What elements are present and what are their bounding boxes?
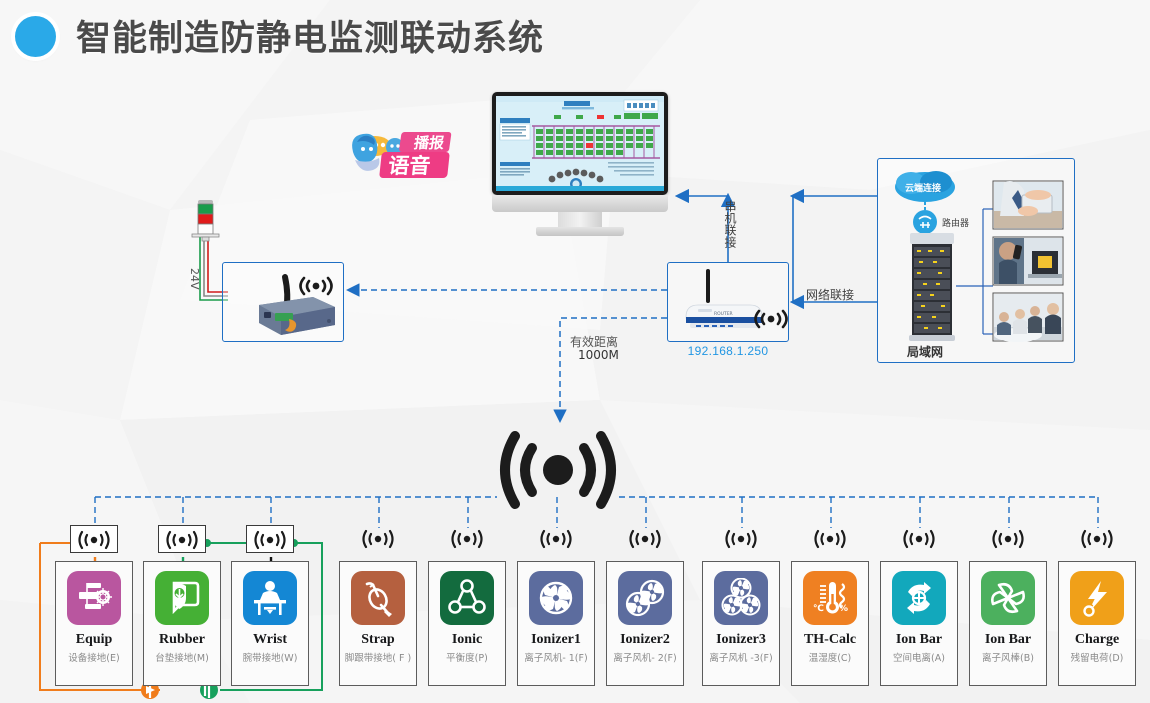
ionizer-fan-1-icon <box>529 571 583 625</box>
svg-text:播报: 播报 <box>413 134 446 152</box>
network-link-label: 网络联接 <box>806 288 855 302</box>
device-name: Ion Bar <box>895 632 943 647</box>
device-subtitle: 腕带接地(W) <box>242 653 298 664</box>
ion-bar-icon <box>981 571 1035 625</box>
device-name: Ion Bar <box>984 632 1032 647</box>
router-ip-address: 192.168.1.250 <box>687 344 769 358</box>
device-row: Equip 设备接地(E) Rubber 台垫接地(M) Wrist 腕带接地(W) Str… <box>0 525 1150 703</box>
temp-humidity-icon <box>803 571 857 625</box>
device-name: Rubber <box>159 632 205 647</box>
wireless-gateway-box[interactable] <box>222 262 344 342</box>
device-wifi-icon <box>532 525 580 553</box>
device-subtitle: 离子风机 -3(F) <box>709 653 773 664</box>
serial-link-label: 串机联接 <box>723 200 737 248</box>
svg-text:ROUTER: ROUTER <box>714 311 733 317</box>
device-wifi-icon <box>354 525 402 553</box>
heel-strap-icon <box>351 571 405 625</box>
voltage-label: 24V <box>188 268 201 290</box>
device-subtitle: 平衡度(P) <box>446 653 488 664</box>
device-wifi-icon <box>984 525 1032 553</box>
effective-distance-label-2: 1000M <box>578 348 619 362</box>
device-name: Ionic <box>451 632 483 647</box>
device-subtitle: 残留电荷(D) <box>1070 653 1124 664</box>
ion-balance-icon <box>440 571 494 625</box>
device-card-ionizer2[interactable]: Ionizer2 离子风机- 2(F) <box>606 561 684 686</box>
device-subtitle: 离子风机- 1(F) <box>524 653 588 664</box>
device-wifi-icon <box>158 525 206 553</box>
device-subtitle: 离子风机- 2(F) <box>613 653 677 664</box>
device-card-equip[interactable]: Equip 设备接地(E) <box>55 561 133 686</box>
device-wifi-icon <box>895 525 943 553</box>
device-name: TH-Calc <box>803 632 857 647</box>
mat-ground-icon <box>155 571 209 625</box>
device-card-rubber[interactable]: Rubber 台垫接地(M) <box>143 561 221 686</box>
device-card-ionic[interactable]: Ionic 平衡度(P) <box>428 561 506 686</box>
device-name: Wrist <box>253 632 287 647</box>
device-card-th-calc[interactable]: TH-Calc 温湿度(C) <box>791 561 869 686</box>
device-name: Ionizer3 <box>716 632 766 647</box>
andon-tower-light <box>191 200 220 242</box>
device-name: Strap <box>361 632 395 647</box>
device-subtitle: 离子风棒(B) <box>982 653 1034 664</box>
device-card-ionizer3[interactable]: Ionizer3 离子风机 -3(F) <box>702 561 780 686</box>
device-name: Ionizer2 <box>620 632 670 647</box>
device-card-charge[interactable]: Charge 残留电荷(D) <box>1058 561 1136 686</box>
svg-text:语音: 语音 <box>387 153 432 178</box>
device-subtitle: 温湿度(C) <box>808 653 852 664</box>
monitoring-host-monitor <box>492 92 668 237</box>
device-subtitle: 脚跟带接地( F ) <box>344 653 412 664</box>
equipment-ground-icon <box>67 571 121 625</box>
device-wifi-icon <box>1073 525 1121 553</box>
device-name: Charge <box>1074 632 1120 647</box>
lan-panel: 云端连接 路由器 局域网 <box>877 158 1075 363</box>
wrist-strap-icon <box>243 571 297 625</box>
device-card-ionizer1[interactable]: Ionizer1 离子风机- 1(F) <box>517 561 595 686</box>
wireless-broadcast-hub-icon <box>497 422 619 517</box>
device-subtitle: 设备接地(E) <box>68 653 120 664</box>
device-wifi-icon <box>443 525 491 553</box>
device-card-strap[interactable]: Strap 脚跟带接地( F ) <box>339 561 417 686</box>
voice-broadcast-logo: 播报 语音 <box>345 122 457 182</box>
device-card-wrist[interactable]: Wrist 腕带接地(W) <box>231 561 309 686</box>
device-name: Equip <box>75 632 113 647</box>
device-wifi-icon <box>246 525 294 553</box>
ionizer-fan-3-icon <box>714 571 768 625</box>
device-subtitle: 空间电离(A) <box>893 653 945 664</box>
device-wifi-icon <box>806 525 854 553</box>
device-card-ion-bar[interactable]: Ion Bar 空间电离(A) <box>880 561 958 686</box>
device-name: Ionizer1 <box>531 632 581 647</box>
page-title: 智能制造防静电监测联动系统 <box>76 19 545 59</box>
device-card-ion-bar[interactable]: Ion Bar 离子风棒(B) <box>969 561 1047 686</box>
app-header: 智能制造防静电监测联动系统 <box>0 0 1150 70</box>
svg-text:路由器: 路由器 <box>942 217 969 229</box>
device-wifi-icon <box>621 525 669 553</box>
device-subtitle: 台垫接地(M) <box>155 653 209 664</box>
svg-text:云端连接: 云端连接 <box>905 182 941 194</box>
wifi-router-box[interactable]: ROUTER <box>667 262 789 342</box>
space-ionization-icon <box>892 571 946 625</box>
device-wifi-icon <box>70 525 118 553</box>
ionizer-fan-2-icon <box>618 571 672 625</box>
svg-text:局域网: 局域网 <box>907 344 943 359</box>
device-wifi-icon <box>717 525 765 553</box>
residual-charge-icon <box>1070 571 1124 625</box>
app-logo-icon <box>15 16 56 57</box>
